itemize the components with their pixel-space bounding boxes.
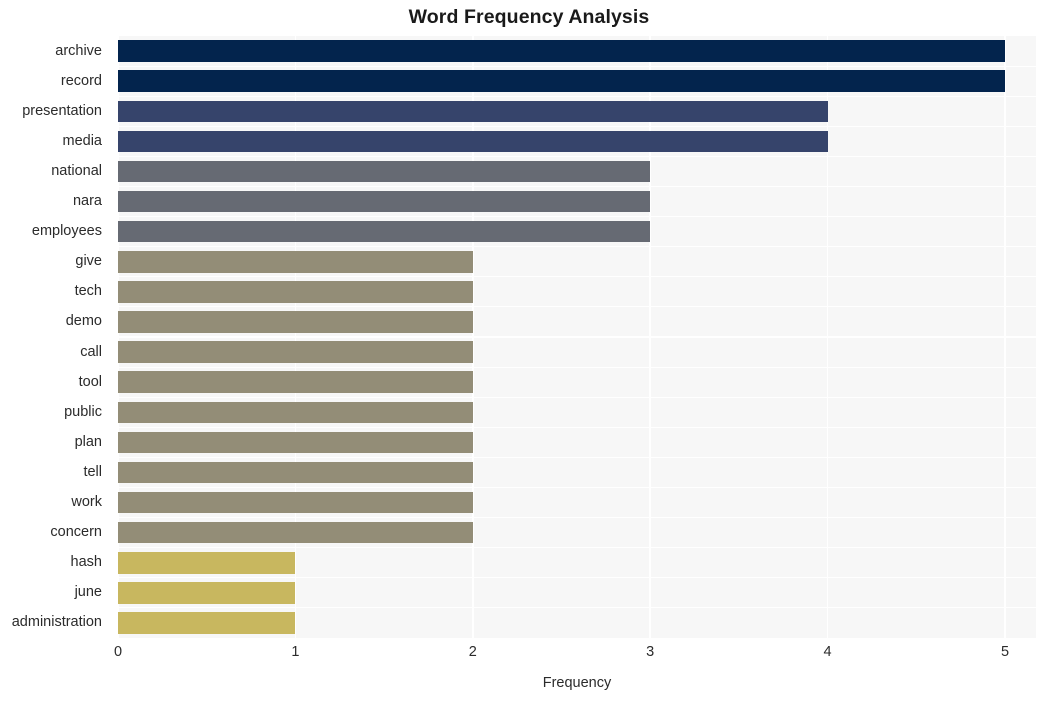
bar [118,251,473,273]
x-axis-tick-label: 4 [823,644,832,660]
y-axis-tick-label: hash [70,554,102,571]
y-axis-tick-label: tell [83,463,102,480]
x-axis-title: Frequency [542,675,612,691]
bar [118,431,473,454]
y-axis-tick-label: june [74,584,102,601]
y-axis-tick-label: media [62,132,103,149]
y-axis-tick-label: plan [74,433,102,450]
bar [118,311,473,333]
bar [118,40,1005,62]
bar [118,582,296,604]
y-axis-tick-label: administration [11,614,102,631]
bar [118,521,473,544]
x-axis-tick-label: 3 [646,644,655,660]
y-axis-tick-label: public [64,403,102,420]
y-axis-tick-labels: archive record presentation media national na… [0,36,110,638]
bar [118,552,296,574]
x-axis-tick-label: 2 [468,644,477,660]
bar [118,100,828,122]
y-axis-tick-label: presentation [22,102,102,119]
chart-figure: Word Frequency Analysis archive record pre… [0,0,1058,701]
y-axis-tick-label: give [75,253,102,270]
y-axis-tick-label: employees [31,223,102,240]
y-axis-tick-label: tech [74,283,102,300]
y-axis-tick-label: record [60,72,102,89]
y-axis-tick-label: call [80,343,102,360]
bar [118,160,651,183]
bar [118,401,473,423]
x-axis-tick-labels: 0 1 2 3 4 5 [0,645,1058,671]
bar [118,220,651,243]
bar [118,281,473,303]
y-axis-tick-label: nara [72,193,102,210]
bar [118,371,473,393]
plot-area [118,36,1036,638]
bar [118,70,1005,92]
x-axis-tick-label: 0 [113,644,123,660]
bar [118,130,828,153]
y-axis-tick-label: concern [50,524,102,541]
chart-title: Word Frequency Analysis [408,6,650,28]
bar [118,491,473,514]
y-axis-tick-label: work [71,494,102,511]
x-axis-tick-label: 1 [291,644,300,660]
y-axis-tick-label: national [51,162,102,179]
y-axis-tick-label: demo [65,313,102,330]
x-axis-tick-label: 5 [1000,644,1010,660]
y-axis-tick-label: archive [55,42,102,59]
bar [118,190,651,213]
y-axis-tick-label: tool [78,373,102,390]
bar [118,341,473,363]
bar-series [118,36,1036,638]
bar [118,612,296,634]
bar [118,461,473,484]
